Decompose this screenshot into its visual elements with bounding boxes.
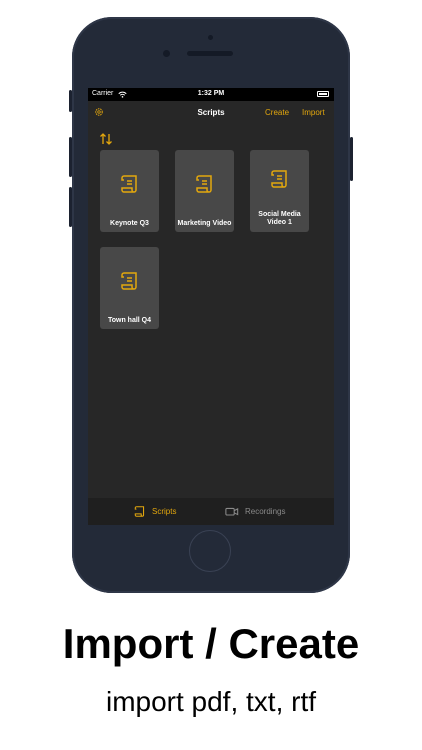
script-card[interactable]: Town hall Q4 xyxy=(100,247,159,329)
volume-down-button xyxy=(69,187,72,227)
script-name: Social Media Video 1 xyxy=(258,211,301,226)
create-button[interactable]: Create xyxy=(265,108,289,117)
mute-switch xyxy=(69,90,72,112)
tab-label: Scripts xyxy=(152,507,177,516)
status-bar: Carrier 1:32 PM xyxy=(88,88,334,101)
script-card[interactable]: Keynote Q3 xyxy=(100,150,159,232)
scroll-icon xyxy=(121,272,137,290)
volume-up-button xyxy=(69,137,72,177)
scroll-icon xyxy=(121,175,137,193)
script-card[interactable]: Marketing Video xyxy=(175,150,234,232)
status-time: 1:32 PM xyxy=(197,90,225,97)
sort-arrows-icon[interactable] xyxy=(99,133,113,145)
promo-title: Import / Create xyxy=(62,620,360,667)
tab-bar: Scripts Recordings xyxy=(88,498,334,525)
scroll-icon xyxy=(134,506,145,517)
home-button[interactable] xyxy=(189,530,231,572)
script-name: Keynote Q3 xyxy=(110,220,149,227)
promo-subtitle: import pdf, txt, rtf xyxy=(105,686,317,717)
page-title: Scripts xyxy=(197,108,225,117)
tab-scripts[interactable]: Scripts xyxy=(132,498,192,525)
import-button[interactable]: Import xyxy=(302,108,325,117)
navigation-bar: Scripts Create Import xyxy=(88,101,334,123)
battery-icon xyxy=(317,91,329,97)
front-camera xyxy=(163,50,170,57)
scroll-icon xyxy=(271,170,287,188)
script-card[interactable]: Social Media Video 1 xyxy=(250,150,309,232)
tab-recordings[interactable]: Recordings xyxy=(224,498,304,525)
proximity-sensor xyxy=(208,35,213,40)
video-camera-icon xyxy=(225,507,239,516)
tab-label: Recordings xyxy=(245,507,286,516)
script-name: Town hall Q4 xyxy=(107,317,152,324)
power-button xyxy=(350,137,353,181)
scroll-icon xyxy=(196,175,212,193)
script-name: Marketing Video xyxy=(177,220,232,227)
app-screen: Carrier 1:32 PM Scripts Create Import Ke… xyxy=(88,88,334,525)
earpiece-speaker xyxy=(187,51,233,56)
